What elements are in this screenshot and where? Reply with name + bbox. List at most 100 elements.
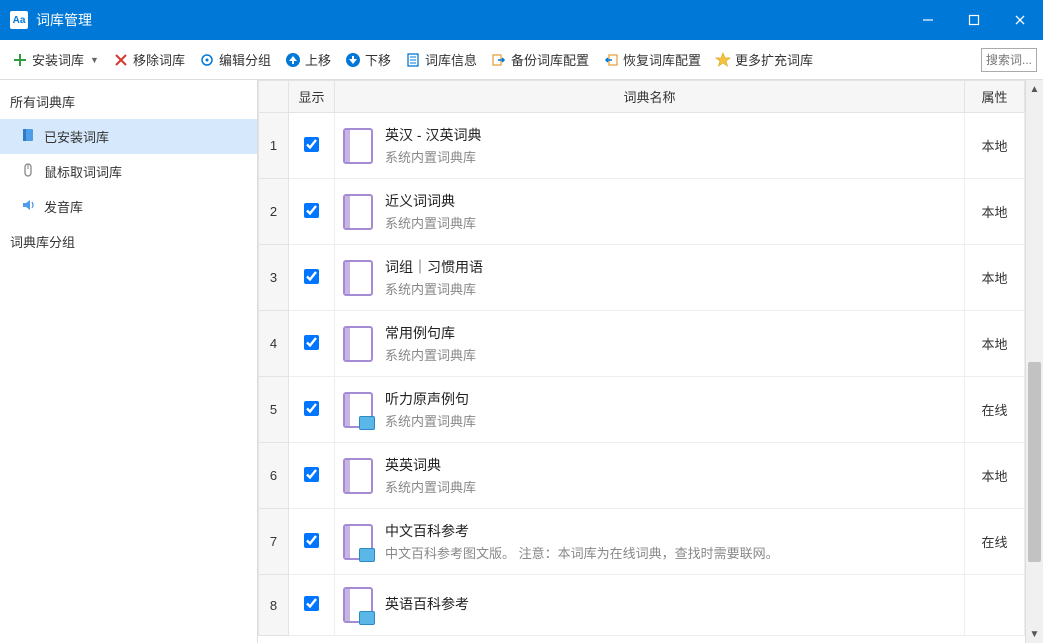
install-label: 安装词库 (32, 50, 84, 69)
table-row[interactable]: 3词组｜习惯用语系统内置词典库本地 (259, 245, 1025, 311)
minimize-button[interactable] (905, 0, 951, 40)
toolbar: 安装词库 ▼ 移除词库 编辑分组 上移 下移 词库信息 备份词库配置 恢复词库配… (0, 40, 1043, 80)
row-attr (965, 575, 1025, 636)
dict-subtitle: 系统内置词典库 (385, 147, 481, 166)
install-button[interactable]: 安装词库 ▼ (6, 46, 105, 73)
sidebar-item-2[interactable]: 发音库 (0, 189, 257, 224)
row-name-cell: 英语百科参考 (335, 575, 965, 636)
app-icon: Aa (10, 11, 28, 29)
search-input[interactable] (981, 48, 1037, 72)
row-index: 2 (259, 179, 289, 245)
scroll-down-arrow[interactable]: ▼ (1026, 625, 1043, 643)
row-name-cell: 近义词词典系统内置词典库 (335, 179, 965, 245)
row-name-cell: 英英词典系统内置词典库 (335, 443, 965, 509)
table-container: 显示 词典名称 属性 1英汉 - 汉英词典系统内置词典库本地2近义词词典系统内置… (258, 80, 1025, 643)
show-checkbox[interactable] (304, 401, 319, 416)
show-checkbox[interactable] (304, 203, 319, 218)
move-up-button[interactable]: 上移 (279, 46, 337, 73)
table-row[interactable]: 4常用例句库系统内置词典库本地 (259, 311, 1025, 377)
move-down-button[interactable]: 下移 (339, 46, 397, 73)
row-show-cell (289, 113, 335, 179)
titlebar: Aa 词库管理 (0, 0, 1043, 40)
show-checkbox[interactable] (304, 269, 319, 284)
dictionary-icon (343, 260, 373, 296)
backup-button[interactable]: 备份词库配置 (485, 46, 595, 73)
row-attr: 在线 (965, 509, 1025, 575)
move-down-label: 下移 (365, 50, 391, 69)
dict-name: 常用例句库 (385, 323, 476, 343)
table-row[interactable]: 5 听力原声例句系统内置词典库在线 (259, 377, 1025, 443)
edit-group-button[interactable]: 编辑分组 (193, 46, 277, 73)
window-title: 词库管理 (36, 10, 905, 30)
row-attr: 本地 (965, 179, 1025, 245)
col-attr-header[interactable]: 属性 (965, 81, 1025, 113)
show-checkbox[interactable] (304, 467, 319, 482)
close-button[interactable] (997, 0, 1043, 40)
x-icon (113, 52, 129, 68)
row-name-cell: 听力原声例句系统内置词典库 (335, 377, 965, 443)
row-show-cell (289, 575, 335, 636)
row-index: 6 (259, 443, 289, 509)
more-button[interactable]: 更多扩充词库 (709, 46, 819, 73)
plus-icon (12, 52, 28, 68)
row-name-cell: 英汉 - 汉英词典系统内置词典库 (335, 113, 965, 179)
row-attr: 本地 (965, 443, 1025, 509)
row-index: 8 (259, 575, 289, 636)
restore-label: 恢复词库配置 (623, 50, 701, 69)
table-row[interactable]: 6 英英词典系统内置词典库本地 (259, 443, 1025, 509)
table-row[interactable]: 7 中文百科参考中文百科参考图文版。 注意：本词库为在线词典，查找时需要联网。 在线 (259, 509, 1025, 575)
sidebar-item-0[interactable]: 已安装词库 (0, 119, 257, 154)
more-label: 更多扩充词库 (735, 50, 813, 69)
arrow-down-icon (345, 52, 361, 68)
table-row[interactable]: 8 英语百科参考 (259, 575, 1025, 636)
dict-name: 中文百科参考 (385, 521, 779, 541)
remove-label: 移除词库 (133, 50, 185, 69)
dict-name: 词组｜习惯用语 (385, 257, 483, 277)
show-checkbox[interactable] (304, 137, 319, 152)
show-checkbox[interactable] (304, 533, 319, 548)
edit-group-label: 编辑分组 (219, 50, 271, 69)
row-index: 1 (259, 113, 289, 179)
col-show-header[interactable]: 显示 (289, 81, 335, 113)
info-button[interactable]: 词库信息 (399, 46, 483, 73)
restore-button[interactable]: 恢复词库配置 (597, 46, 707, 73)
col-index-header[interactable] (259, 81, 289, 113)
maximize-button[interactable] (951, 0, 997, 40)
table-row[interactable]: 2 近义词词典系统内置词典库本地 (259, 179, 1025, 245)
dict-name: 英英词典 (385, 455, 476, 475)
dictionary-icon (343, 128, 373, 164)
remove-button[interactable]: 移除词库 (107, 46, 191, 73)
col-name-header[interactable]: 词典名称 (335, 81, 965, 113)
star-icon (715, 52, 731, 68)
move-up-label: 上移 (305, 50, 331, 69)
row-show-cell (289, 443, 335, 509)
dict-subtitle: 系统内置词典库 (385, 345, 476, 364)
row-index: 7 (259, 509, 289, 575)
export-icon (491, 52, 507, 68)
row-index: 3 (259, 245, 289, 311)
scroll-up-arrow[interactable]: ▲ (1026, 80, 1043, 98)
sidebar-all-header: 所有词典库 (0, 84, 257, 119)
sidebar-item-label: 已安装词库 (44, 127, 109, 146)
show-checkbox[interactable] (304, 596, 319, 611)
row-index: 5 (259, 377, 289, 443)
dict-subtitle: 系统内置词典库 (385, 213, 476, 232)
vertical-scrollbar[interactable]: ▲ ▼ (1025, 80, 1043, 643)
dict-subtitle: 中文百科参考图文版。 注意：本词库为在线词典，查找时需要联网。 (385, 543, 779, 562)
dictionary-icon (343, 194, 373, 230)
row-show-cell (289, 179, 335, 245)
table-row[interactable]: 1英汉 - 汉英词典系统内置词典库本地 (259, 113, 1025, 179)
scroll-thumb[interactable] (1028, 362, 1041, 562)
sidebar-item-1[interactable]: 鼠标取词词库 (0, 154, 257, 189)
row-attr: 本地 (965, 311, 1025, 377)
row-show-cell (289, 377, 335, 443)
book-icon (20, 127, 36, 146)
row-name-cell: 词组｜习惯用语系统内置词典库 (335, 245, 965, 311)
document-icon (405, 52, 421, 68)
row-attr: 在线 (965, 377, 1025, 443)
dict-name: 听力原声例句 (385, 389, 476, 409)
info-label: 词库信息 (425, 50, 477, 69)
row-show-cell (289, 311, 335, 377)
show-checkbox[interactable] (304, 335, 319, 350)
window-controls (905, 0, 1043, 40)
